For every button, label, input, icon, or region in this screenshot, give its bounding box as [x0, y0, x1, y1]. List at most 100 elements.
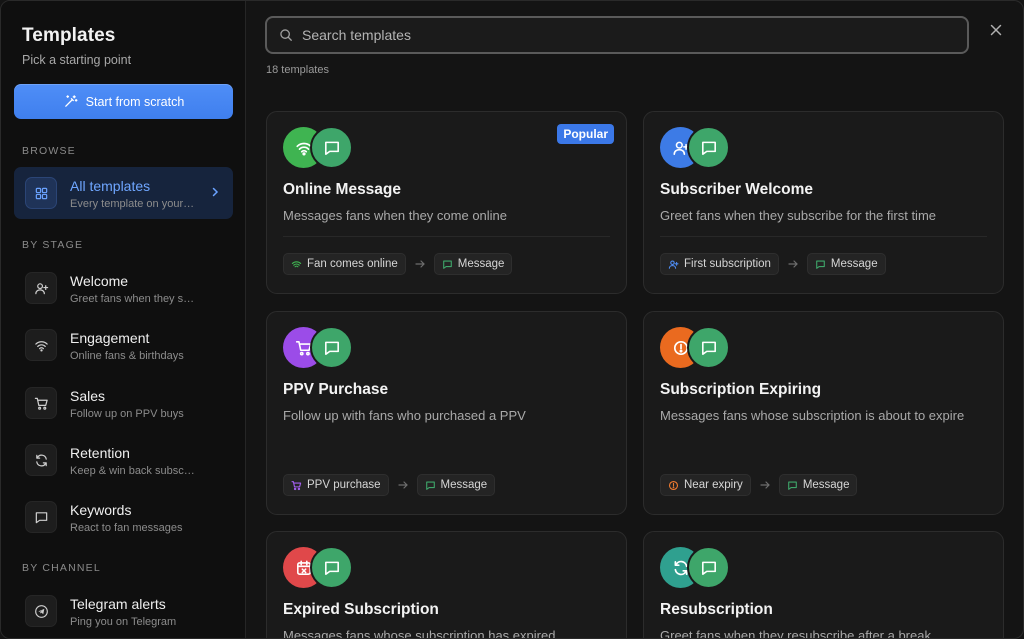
- message-icon: [425, 481, 435, 490]
- card-title: Expired Subscription: [283, 601, 439, 618]
- card-icon-pair: [283, 326, 353, 369]
- trigger-label: Fan comes online: [307, 258, 398, 270]
- card-title: Resubscription: [660, 601, 773, 618]
- sidebar-subtitle: Pick a starting point: [22, 53, 132, 67]
- message-icon: [310, 326, 353, 369]
- sidebar-item-label: Welcome: [70, 273, 129, 289]
- message-icon: [687, 326, 730, 369]
- action-label: Message: [440, 479, 488, 491]
- trigger-label: First subscription: [684, 258, 771, 270]
- card-description: Follow up with fans who purchased a PPV: [283, 408, 526, 423]
- popular-badge: Popular: [557, 124, 614, 144]
- card-icon-pair: [660, 546, 730, 589]
- wifi-icon: [25, 329, 57, 361]
- arrow-right-icon: [788, 260, 798, 268]
- start-from-scratch-label: Start from scratch: [85, 94, 185, 109]
- trigger-chip: Near expiry: [660, 474, 751, 496]
- sidebar-item-desc: Follow up on PPV buys: [70, 408, 184, 420]
- card-flow: PPV purchase Message: [283, 474, 496, 496]
- template-card-subscriber-welcome[interactable]: Subscriber Welcome Greet fans when they …: [643, 111, 1004, 294]
- sidebar-item-desc: Keep & win back subscribers: [70, 465, 195, 477]
- wifi-icon: [291, 260, 302, 267]
- card-title: Subscriber Welcome: [660, 181, 814, 198]
- card-description: Greet fans when they subscribe for the f…: [660, 208, 937, 223]
- sidebar-item-desc: Greet fans when they subscribe: [70, 293, 195, 305]
- sidebar-item-desc: Ping you on Telegram: [70, 616, 177, 628]
- trigger-chip: First subscription: [660, 253, 779, 275]
- message-icon: [787, 481, 797, 490]
- card-description: Messages fans whose subscription has exp…: [283, 628, 556, 639]
- template-card-resubscription[interactable]: Resubscription Greet fans when they resu…: [643, 531, 1004, 639]
- card-icon-pair: [660, 126, 730, 169]
- user-plus-icon: [25, 272, 57, 304]
- sidebar-item-telegram-alerts[interactable]: Telegram alerts Ping you on Telegram: [14, 585, 233, 637]
- by-stage-section-label: BY STAGE: [22, 239, 84, 251]
- action-chip: Message: [778, 474, 858, 496]
- refresh-icon: [25, 444, 57, 476]
- card-icon-pair: [283, 546, 353, 589]
- message-icon: [816, 260, 825, 269]
- search-icon: [280, 29, 292, 41]
- sidebar-item-all-templates[interactable]: All templates Every template on your acc…: [14, 167, 233, 219]
- message-icon: [687, 126, 730, 169]
- close-button[interactable]: [986, 20, 1006, 40]
- cart-icon: [25, 387, 57, 419]
- action-chip: Message: [806, 253, 886, 275]
- card-description: Messages fans whose subscription is abou…: [660, 408, 965, 423]
- action-chip: Message: [416, 474, 496, 496]
- action-label: Message: [802, 479, 850, 491]
- sidebar-item-desc: React to fan messages: [70, 522, 183, 534]
- user-plus-icon: [668, 260, 679, 269]
- sidebar-title: Templates: [22, 25, 116, 46]
- card-icon-pair: [283, 126, 353, 169]
- sidebar-item-keywords[interactable]: Keywords React to fan messages: [14, 491, 233, 543]
- message-icon: [310, 126, 353, 169]
- message-icon: [310, 546, 353, 589]
- sidebar-item-welcome[interactable]: Welcome Greet fans when they subscribe: [14, 262, 233, 314]
- sidebar-item-desc: Online fans & birthdays: [70, 350, 184, 362]
- arrow-right-icon: [415, 260, 425, 268]
- start-from-scratch-button[interactable]: Start from scratch: [14, 84, 233, 119]
- sidebar-item-label: Retention: [70, 445, 130, 461]
- trigger-label: PPV purchase: [307, 479, 381, 491]
- message-icon: [687, 546, 730, 589]
- search-input[interactable]: [302, 27, 942, 43]
- sidebar-item-desc: Every template on your account: [70, 198, 195, 210]
- message-icon: [25, 501, 57, 533]
- card-icon-pair: [660, 326, 730, 369]
- template-card-online-message[interactable]: Popular Online Message Messages fans whe…: [266, 111, 627, 294]
- sidebar-item-label: Keywords: [70, 502, 132, 518]
- cart-icon: [291, 480, 302, 490]
- magic-wand-icon: [64, 95, 78, 107]
- card-title: Online Message: [283, 181, 402, 198]
- template-card-expired-subscription[interactable]: Expired Subscription Messages fans whose…: [266, 531, 627, 639]
- message-icon: [442, 260, 452, 269]
- sidebar-item-label: Engagement: [70, 330, 150, 346]
- template-count: 18 templates: [266, 64, 329, 76]
- template-card-subscription-expiring[interactable]: Subscription Expiring Messages fans whos…: [643, 311, 1004, 515]
- action-label: Message: [830, 258, 878, 270]
- card-title: Subscription Expiring: [660, 381, 822, 398]
- sidebar-item-retention[interactable]: Retention Keep & win back subscribers: [14, 434, 233, 486]
- template-card-ppv-purchase[interactable]: PPV Purchase Follow up with fans who pur…: [266, 311, 627, 515]
- sidebar-item-engagement[interactable]: Engagement Online fans & birthdays: [14, 319, 233, 371]
- trigger-chip: PPV purchase: [283, 474, 389, 496]
- card-divider: [660, 236, 987, 237]
- search-bar: [265, 16, 969, 54]
- card-description: Greet fans when they resubscribe after a…: [660, 628, 931, 639]
- action-chip: Message: [433, 253, 513, 275]
- card-flow: Near expiry Message: [660, 474, 858, 496]
- sidebar: Templates Pick a starting point Start fr…: [1, 1, 246, 638]
- grid-icon: [25, 177, 57, 209]
- arrow-right-icon: [397, 481, 408, 489]
- card-divider: [283, 236, 610, 237]
- arrow-right-icon: [760, 481, 770, 489]
- action-label: Message: [457, 258, 505, 270]
- templates-window: Templates Pick a starting point Start fr…: [0, 0, 1024, 639]
- sidebar-item-sales[interactable]: Sales Follow up on PPV buys: [14, 377, 233, 429]
- browse-section-label: BROWSE: [22, 145, 76, 157]
- card-description: Messages fans when they come online: [283, 208, 508, 223]
- trigger-chip: Fan comes online: [283, 253, 406, 275]
- trigger-label: Near expiry: [684, 479, 743, 491]
- sidebar-item-label: Sales: [70, 388, 106, 404]
